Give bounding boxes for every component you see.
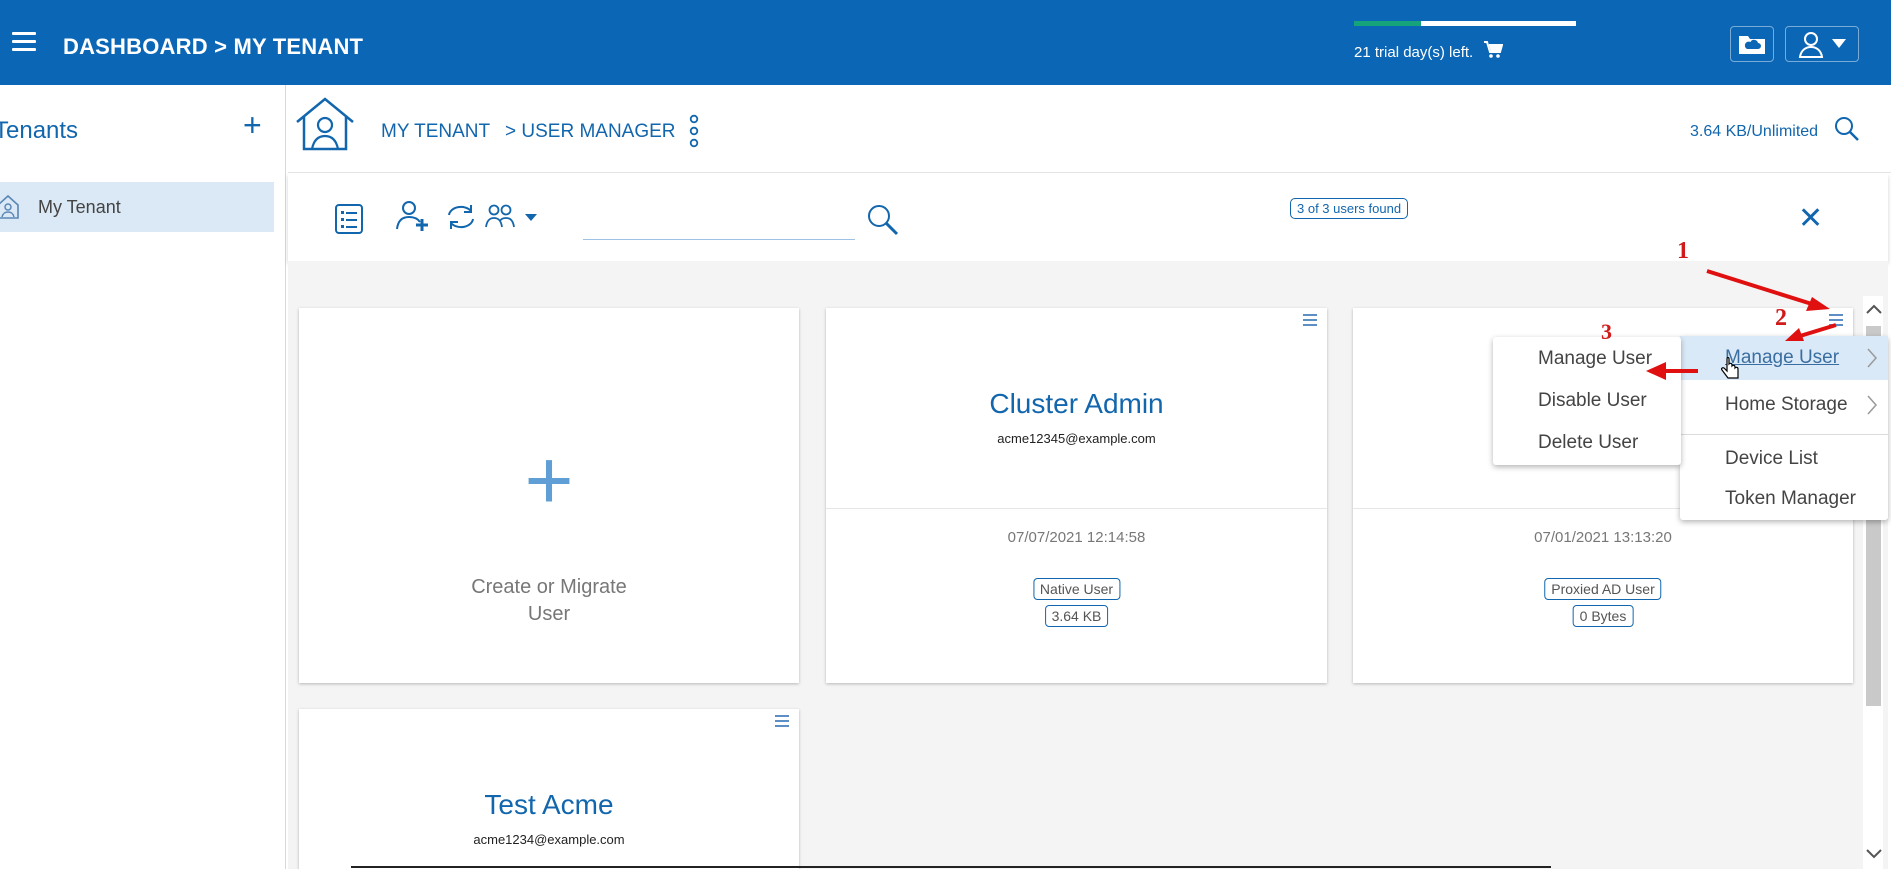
menu-item-manage-user[interactable]: Manage User [1680,336,1888,380]
create-user-card[interactable]: + Create or Migrate User [299,308,799,683]
user-last-login: 07/01/2021 13:13:20 [1534,529,1672,546]
user-toolbar: 3 of 3 users found ✕ [288,173,1888,261]
list-view-icon[interactable] [334,203,364,240]
menu-item-label: Token Manager [1725,488,1856,509]
sidebar-title: Tenants [0,117,79,144]
menu-item-label: Manage User [1725,347,1840,368]
breadcrumb-bar: MY TENANT > USER MANAGER 3.64 KB/Unlimit… [288,85,1891,173]
hand-cursor-icon [1721,357,1739,379]
user-storage-badge: 3.64 KB [1044,605,1109,627]
chevron-right-icon [1867,395,1878,415]
card-menu-icon[interactable] [1829,314,1843,326]
chevron-right-icon [1867,348,1878,368]
close-icon[interactable]: ✕ [1798,204,1823,234]
menu-item-label: Home Storage [1725,394,1848,415]
create-user-label: Create or Migrate [471,576,627,598]
menu-item-label: Device List [1725,448,1818,469]
user-storage-badge: 0 Bytes [1572,605,1634,627]
user-name: Test Acme [484,789,614,820]
sidebar: Tenants + My Tenant [0,85,286,869]
chevron-up-icon [1866,304,1882,314]
trial-days-text: 21 trial day(s) left. [1354,43,1474,61]
menu-icon[interactable] [12,32,36,54]
refresh-icon[interactable] [445,203,477,236]
caret-down-icon [1832,39,1846,48]
user-email: acme1234@example.com [473,832,625,847]
cloud-folder-button[interactable] [1730,26,1774,62]
menu-item-label: Delete User [1538,432,1639,453]
sidebar-item-label: My Tenant [38,196,121,217]
cart-icon[interactable] [1483,41,1504,63]
menu-item-label: Manage User [1538,348,1653,369]
user-card[interactable]: Test Acme acme1234@example.com [299,709,799,869]
storage-usage: 3.64 KB/Unlimited [1690,123,1819,140]
search-icon[interactable] [867,204,899,241]
user-type-badge: Native User [1032,578,1121,600]
submenu-item-delete-user[interactable]: Delete User [1493,421,1681,463]
home-user-icon[interactable] [294,95,356,158]
group-users-icon[interactable] [485,203,517,234]
user-search-input[interactable] [583,203,855,240]
menu-item-label: Disable User [1538,390,1647,411]
top-bar: DASHBOARD > MY TENANT 21 trial day(s) le… [0,0,1891,85]
card-menu-icon[interactable] [775,715,789,727]
annotation-step-3: 3 [1601,319,1612,344]
annotation-step-1: 1 [1677,238,1689,264]
breadcrumb-my-tenant[interactable]: MY TENANT [381,121,490,143]
card-menu-icon[interactable] [1303,314,1317,326]
cloud-folder-icon [1739,36,1765,54]
annotation-step-2: 2 [1775,305,1787,331]
menu-item-token-manager[interactable]: Token Manager [1680,478,1888,518]
user-last-login: 07/07/2021 12:14:58 [1007,529,1146,546]
user-email: acme12345@example.com [997,431,1156,446]
tenant-home-icon [0,194,19,219]
submenu-item-disable-user[interactable]: Disable User [1493,379,1681,421]
chevron-down-icon[interactable] [525,209,537,227]
divider-line [351,866,1551,868]
submenu-item-manage-user[interactable]: Manage User [1493,337,1681,379]
user-type-badge: Proxied AD User [1544,578,1662,600]
menu-item-home-storage[interactable]: Home Storage [1680,380,1888,428]
card-context-menu: Manage User Home Storage Device List Tok… [1680,336,1888,520]
user-account-icon [1798,32,1824,58]
sidebar-item-my-tenant[interactable]: My Tenant [0,182,274,232]
menu-item-device-list[interactable]: Device List [1680,438,1888,478]
manage-user-submenu: Manage User Disable User Delete User [1493,337,1681,465]
trial-status: 21 trial day(s) left. [1354,21,1576,63]
search-icon[interactable] [1834,116,1860,147]
breadcrumb-user-manager[interactable]: > USER MANAGER [505,121,676,143]
chevron-down-icon [1866,849,1882,859]
trial-progress-bar [1354,21,1576,26]
users-found-badge: 3 of 3 users found [1290,198,1409,219]
plus-icon: + [524,433,574,527]
app-title: DASHBOARD > MY TENANT [63,34,364,59]
user-card[interactable]: Cluster Admin acme12345@example.com 07/0… [826,308,1327,683]
user-name: Cluster Admin [989,388,1164,419]
more-vertical-icon[interactable] [688,114,700,153]
add-user-icon[interactable] [395,199,431,238]
user-account-button[interactable] [1785,26,1859,62]
add-tenant-button[interactable]: + [243,107,262,144]
create-user-label-2: User [527,603,571,625]
